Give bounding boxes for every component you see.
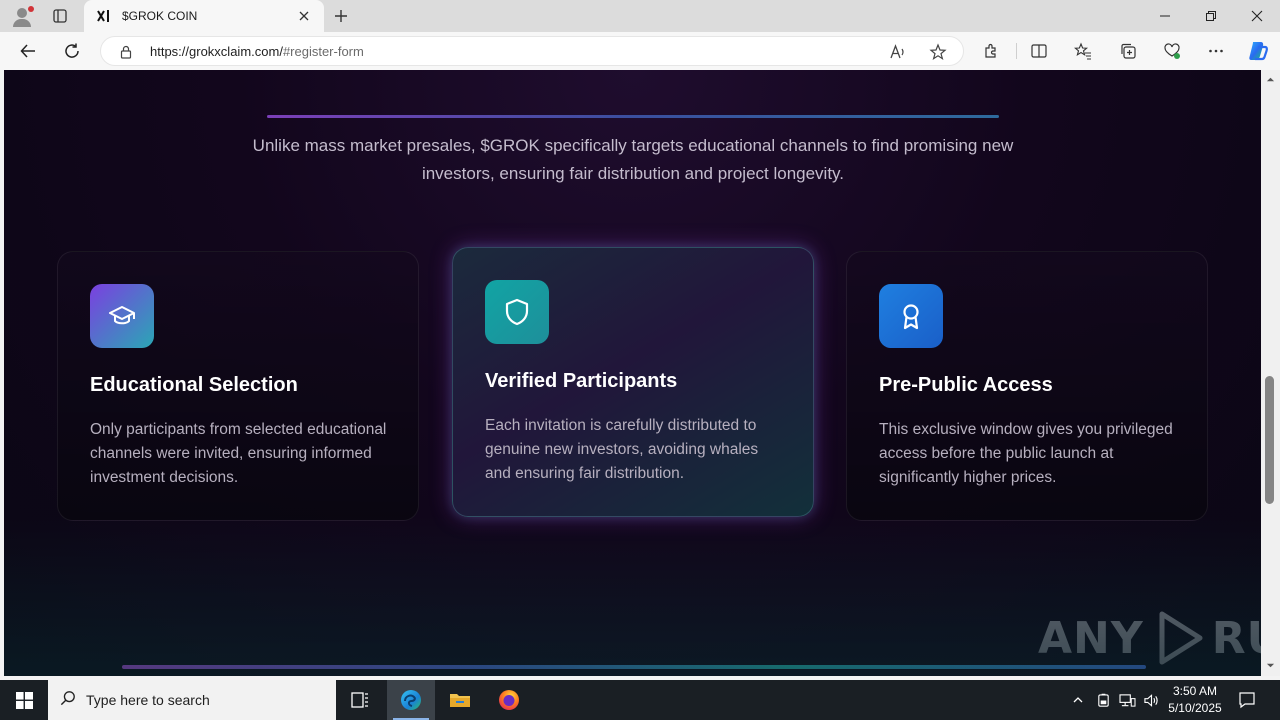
shield-icon — [485, 280, 549, 344]
refresh-icon[interactable] — [58, 39, 86, 63]
back-arrow-icon[interactable] — [14, 39, 42, 63]
watermark-text-run: RUN — [1211, 612, 1261, 664]
card-description: This exclusive window gives you privileg… — [879, 421, 1173, 486]
browser-tab-active[interactable]: $GROK COIN — [84, 0, 324, 32]
clock-time: 3:50 AM — [1172, 684, 1218, 698]
card-title: Pre-Public Access — [879, 374, 1053, 396]
feature-card-educational-selection: Educational Selection Only participants … — [57, 251, 419, 521]
page-content: Unlike mass market presales, $GROK speci… — [4, 70, 1261, 676]
address-url[interactable]: https://grokxclaim.com/#register-form — [150, 44, 364, 59]
profile-avatar-icon[interactable] — [8, 4, 36, 28]
card-description: Each invitation is carefully distributed… — [485, 417, 759, 482]
url-path: #register-form — [282, 44, 364, 59]
copilot-icon[interactable] — [1246, 39, 1270, 63]
notification-center-icon[interactable] — [1236, 690, 1258, 710]
file-explorer-icon[interactable] — [436, 680, 484, 720]
scroll-up-arrow-icon[interactable] — [1265, 74, 1276, 85]
search-icon — [60, 690, 76, 711]
browser-essentials-icon[interactable] — [1161, 40, 1183, 62]
scrollbar-thumb[interactable] — [1265, 376, 1274, 504]
firefox-icon[interactable] — [485, 680, 533, 720]
watermark-text-any: ANY — [1038, 612, 1144, 664]
window-close-icon[interactable] — [1234, 0, 1280, 32]
graduation-cap-icon — [90, 284, 154, 348]
task-view-icon[interactable] — [336, 680, 384, 720]
show-hidden-icons-chevron-icon[interactable] — [1068, 690, 1088, 710]
taskbar-search-box[interactable]: Type here to search — [48, 680, 336, 720]
feature-card-pre-public-access: Pre-Public Access This exclusive window … — [846, 251, 1208, 521]
url-host: https://grokxclaim.com/ — [150, 44, 283, 59]
section-divider — [267, 115, 999, 118]
clock-date: 5/10/2025 — [1168, 701, 1222, 715]
network-icon[interactable] — [1117, 690, 1137, 710]
card-title: Verified Participants — [485, 370, 678, 392]
section-lead-text: Unlike mass market presales, $GROK speci… — [252, 136, 1014, 183]
collections-icon[interactable] — [1117, 40, 1139, 62]
tab-title: $GROK COIN — [122, 9, 198, 23]
battery-status-icon[interactable] — [1093, 690, 1113, 710]
tab-actions-icon[interactable] — [48, 6, 72, 26]
window-minimize-icon[interactable] — [1142, 0, 1188, 32]
more-options-icon[interactable] — [1205, 40, 1227, 62]
tab-close-icon[interactable] — [296, 8, 312, 24]
window-restore-icon[interactable] — [1188, 0, 1234, 32]
new-tab-plus-icon[interactable] — [330, 6, 352, 26]
favorite-star-icon[interactable] — [929, 43, 947, 61]
feature-card-verified-participants: Verified Participants Each invitation is… — [452, 247, 814, 517]
volume-speaker-icon[interactable] — [1141, 690, 1161, 710]
extensions-puzzle-icon[interactable] — [980, 40, 1002, 62]
search-placeholder: Type here to search — [86, 692, 210, 708]
edge-browser-taskbar-icon[interactable] — [387, 680, 435, 720]
lock-icon[interactable] — [118, 44, 134, 60]
read-aloud-icon[interactable] — [889, 43, 907, 61]
card-title: Educational Selection — [90, 374, 298, 396]
toolbar-divider — [1016, 43, 1017, 59]
anyrun-watermark: ANY RUN — [1038, 608, 1261, 668]
card-description: Only participants from selected educatio… — [90, 421, 387, 486]
award-ribbon-icon — [879, 284, 943, 348]
vertical-scrollbar[interactable] — [1261, 70, 1280, 676]
windows-taskbar: Type here to search 3:50 AM 5/10/2025 — [0, 680, 1280, 720]
split-screen-icon[interactable] — [1028, 40, 1050, 62]
site-favicon-icon — [96, 8, 112, 24]
favorites-list-icon[interactable] — [1072, 40, 1094, 62]
address-bar[interactable]: https://grokxclaim.com/#register-form — [100, 36, 964, 66]
browser-tab-strip: $GROK COIN — [0, 0, 1280, 32]
browser-toolbar: https://grokxclaim.com/#register-form — [0, 32, 1280, 70]
system-clock[interactable]: 3:50 AM 5/10/2025 — [1160, 683, 1230, 717]
windows-start-icon[interactable] — [0, 680, 48, 720]
scroll-down-arrow-icon[interactable] — [1265, 660, 1276, 671]
gradient-progress-bar — [122, 665, 1146, 669]
play-triangle-icon — [1159, 611, 1203, 665]
